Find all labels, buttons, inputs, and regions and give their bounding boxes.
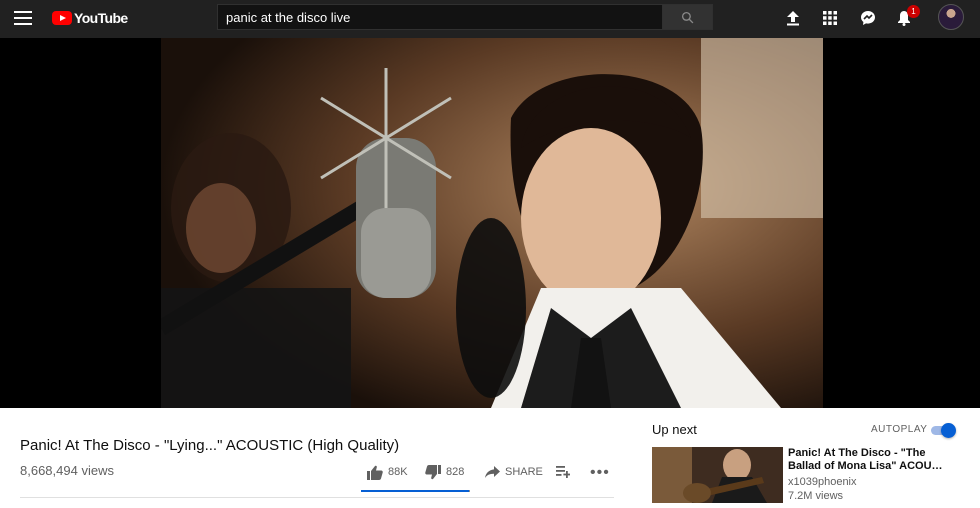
upload-button[interactable]	[783, 8, 803, 28]
menu-icon[interactable]	[14, 11, 32, 25]
playlist-add-icon	[556, 466, 570, 478]
like-dislike-bar	[361, 490, 470, 492]
recommended-video-thumbnail[interactable]	[652, 447, 783, 503]
apps-button[interactable]	[820, 8, 840, 28]
youtube-logo[interactable]: YouTube	[52, 10, 128, 26]
rec-title-line1: Panic! At The Disco - "The	[788, 447, 926, 459]
upload-icon	[787, 11, 799, 26]
rec-title-line2: Ballad of Mona Lisa" ACOUSTI...	[788, 460, 948, 472]
like-ratio-fill	[361, 490, 469, 492]
avatar[interactable]	[938, 4, 964, 30]
search-icon	[681, 11, 694, 23]
youtube-play-icon	[52, 11, 72, 25]
save-to-playlist-button[interactable]	[556, 464, 575, 480]
apps-grid-icon	[823, 11, 837, 25]
more-actions-icon[interactable]: •••	[590, 464, 610, 482]
view-count: 8,668,494 views	[20, 463, 114, 478]
dislike-count: 828	[446, 466, 465, 478]
share-button[interactable]: SHARE	[485, 464, 543, 480]
recommended-channel-name[interactable]: x1039phoenix	[788, 476, 857, 488]
video-still	[161, 38, 823, 408]
thumbs-down-icon	[425, 464, 441, 479]
autoplay-toggle[interactable]	[929, 423, 957, 438]
divider	[20, 497, 614, 498]
masthead: YouTube 1	[0, 0, 980, 38]
autoplay-label: AUTOPLAY	[871, 424, 928, 435]
share-label: SHARE	[505, 466, 543, 478]
share-icon	[485, 466, 500, 478]
like-button[interactable]: 88K	[367, 464, 408, 480]
watermark-line1: ACOUSTIC	[946, 410, 980, 417]
like-count: 88K	[388, 466, 408, 478]
video-frame[interactable]	[161, 38, 823, 408]
thumbnail-still	[652, 447, 783, 503]
search-button[interactable]	[662, 4, 713, 30]
toggle-knob	[941, 423, 956, 438]
up-next-heading: Up next	[652, 422, 697, 437]
recommended-video-title[interactable]: Panic! At The Disco - "The Ballad of Mon…	[788, 447, 948, 473]
recommended-view-count: 7.2M views	[788, 490, 844, 502]
video-player[interactable]: ACOUSTIC LIVE & RARE	[0, 38, 980, 433]
messages-button[interactable]	[858, 8, 878, 28]
notification-badge: 1	[907, 5, 920, 18]
dislike-button[interactable]: 828	[425, 464, 464, 480]
thumbs-up-icon	[367, 465, 383, 480]
messages-icon	[861, 11, 875, 25]
logo-text: YouTube	[74, 10, 128, 26]
video-title: Panic! At The Disco - "Lying..." ACOUSTI…	[20, 437, 400, 454]
search-input[interactable]	[217, 4, 663, 30]
